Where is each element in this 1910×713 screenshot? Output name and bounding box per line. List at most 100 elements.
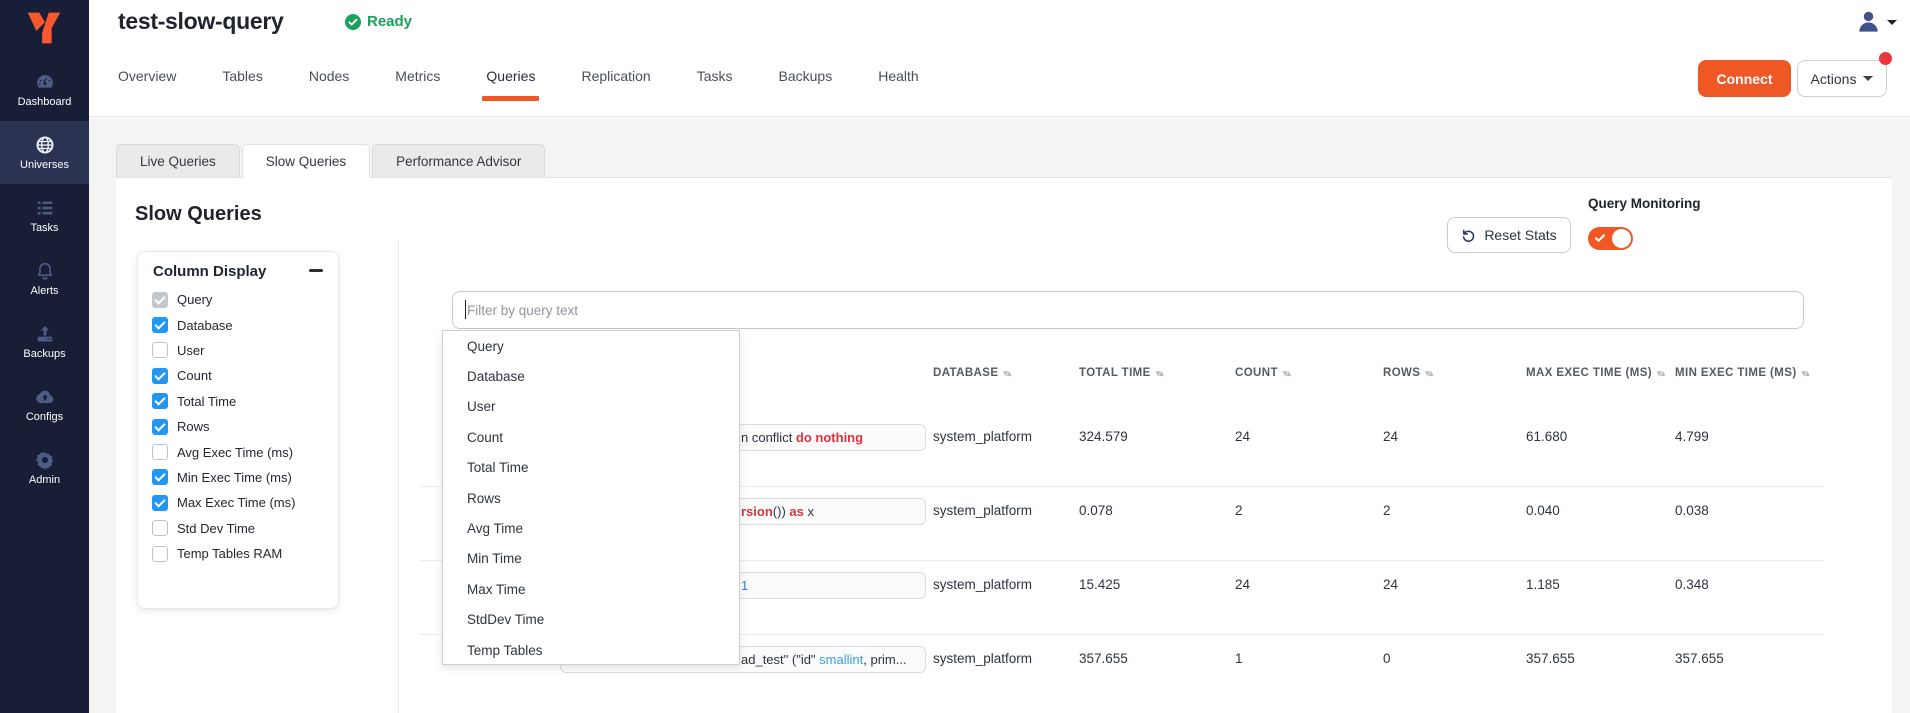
- column-toggle-avg-exec-time-ms[interactable]: Avg Exec Time (ms): [152, 439, 330, 464]
- query-subtabs: Live QueriesSlow QueriesPerformance Advi…: [116, 144, 547, 177]
- dropdown-option-rows[interactable]: Rows: [443, 483, 739, 513]
- dropdown-option-avg-time[interactable]: Avg Time: [443, 513, 739, 543]
- sidebar-item-label: Alerts: [30, 285, 58, 297]
- query-monitoring-toggle[interactable]: [1588, 227, 1633, 250]
- subtab-slow-queries[interactable]: Slow Queries: [242, 144, 370, 178]
- column-toggle-query[interactable]: Query: [152, 287, 330, 312]
- cell-max-exec-time-ms: 357.655: [1526, 651, 1575, 666]
- sort-carets-icon[interactable]: ▾▴: [1283, 368, 1290, 378]
- dropdown-option-count[interactable]: Count: [443, 422, 739, 452]
- filter-dropdown: QueryDatabaseUserCountTotal TimeRowsAvg …: [442, 330, 740, 665]
- column-toggle-user[interactable]: User: [152, 338, 330, 363]
- sort-carets-icon[interactable]: ▾▴: [1156, 368, 1163, 378]
- tab-queries[interactable]: Queries: [486, 66, 535, 86]
- cell-database: system_platform: [933, 503, 1032, 518]
- column-header-max-exec-time-ms[interactable]: MAX EXEC TIME (MS)▾▴: [1526, 367, 1664, 379]
- column-toggle-max-exec-time-ms[interactable]: Max Exec Time (ms): [152, 490, 330, 515]
- column-header-label: ROWS: [1383, 367, 1420, 379]
- column-toggle-database[interactable]: Database: [152, 312, 330, 337]
- sidebar-item-admin[interactable]: Admin: [0, 436, 89, 499]
- checkbox-label: Max Exec Time (ms): [177, 495, 295, 510]
- cell-max-exec-time-ms: 61.680: [1526, 429, 1567, 444]
- checkbox-checked[interactable]: [152, 495, 168, 511]
- dropdown-option-stddev-time[interactable]: StdDev Time: [443, 605, 739, 635]
- subtab-performance-advisor[interactable]: Performance Advisor: [372, 144, 545, 177]
- column-toggle-total-time[interactable]: Total Time: [152, 389, 330, 414]
- query-filter-input[interactable]: [452, 291, 1804, 329]
- app-root: Dashboard Universes Tasks Alerts Backups Conf…: [0, 0, 1910, 713]
- column-toggle-std-dev-time[interactable]: Std Dev Time: [152, 516, 330, 541]
- checkbox-unchecked[interactable]: [152, 444, 168, 460]
- checkbox-checked[interactable]: [152, 393, 168, 409]
- column-toggle-min-exec-time-ms[interactable]: Min Exec Time (ms): [152, 465, 330, 490]
- actions-button[interactable]: Actions: [1797, 60, 1887, 97]
- user-menu-caret-icon[interactable]: [1887, 20, 1897, 25]
- cell-rows: 24: [1383, 429, 1398, 444]
- sort-carets-icon[interactable]: ▾▴: [1657, 368, 1664, 378]
- checkbox-checked-disabled[interactable]: [152, 292, 168, 308]
- sidebar-nav: Dashboard Universes Tasks Alerts Backups Conf…: [0, 58, 89, 499]
- column-header-count[interactable]: COUNT▾▴: [1235, 367, 1290, 379]
- cell-min-exec-time-ms: 4.799: [1675, 429, 1709, 444]
- tab-nodes[interactable]: Nodes: [309, 66, 349, 86]
- subtab-live-queries[interactable]: Live Queries: [116, 144, 240, 177]
- toggle-knob: [1612, 229, 1631, 248]
- user-avatar-icon[interactable]: [1855, 8, 1882, 35]
- checkbox-checked[interactable]: [152, 317, 168, 333]
- checkbox-unchecked[interactable]: [152, 546, 168, 562]
- sidebar-item-dashboard[interactable]: Dashboard: [0, 58, 89, 121]
- tab-tables[interactable]: Tables: [222, 66, 262, 86]
- sidebar-item-label: Universes: [20, 159, 69, 171]
- yugabyte-logo-icon[interactable]: [21, 5, 67, 51]
- column-header-min-exec-time-ms[interactable]: MIN EXEC TIME (MS)▾▴: [1675, 367, 1809, 379]
- tab-tasks[interactable]: Tasks: [697, 66, 733, 86]
- checkbox-unchecked[interactable]: [152, 342, 168, 358]
- sort-carets-icon[interactable]: ▾▴: [1802, 368, 1809, 378]
- cell-count: 24: [1235, 429, 1250, 444]
- dropdown-option-min-time[interactable]: Min Time: [443, 544, 739, 574]
- dropdown-option-temp-tables[interactable]: Temp Tables: [443, 635, 739, 665]
- tab-metrics[interactable]: Metrics: [395, 66, 440, 86]
- checkbox-label: Total Time: [177, 394, 236, 409]
- tab-health[interactable]: Health: [878, 66, 918, 86]
- checkbox-label: Avg Exec Time (ms): [177, 445, 293, 460]
- text-cursor: [465, 300, 466, 319]
- dropdown-option-max-time[interactable]: Max Time: [443, 574, 739, 604]
- checkbox-label: User: [177, 343, 204, 358]
- checkbox-checked[interactable]: [152, 368, 168, 384]
- dropdown-option-user[interactable]: User: [443, 392, 739, 422]
- tab-backups[interactable]: Backups: [779, 66, 833, 86]
- sidebar-item-label: Configs: [26, 411, 63, 423]
- sidebar-item-label: Dashboard: [18, 96, 72, 108]
- sidebar-item-backups[interactable]: Backups: [0, 310, 89, 373]
- tab-replication[interactable]: Replication: [581, 66, 650, 86]
- sort-carets-icon[interactable]: ▾▴: [1003, 368, 1010, 378]
- sort-carets-icon[interactable]: ▾▴: [1425, 368, 1432, 378]
- sidebar-item-configs[interactable]: Configs: [0, 373, 89, 436]
- reset-stats-button[interactable]: Reset Stats: [1447, 217, 1571, 253]
- query-text: 1: [741, 578, 748, 593]
- column-header-total-time[interactable]: TOTAL TIME▾▴: [1079, 367, 1163, 379]
- sidebar-item-alerts[interactable]: Alerts: [0, 247, 89, 310]
- column-header-database[interactable]: DATABASE ▾▴: [933, 367, 1010, 379]
- dropdown-option-database[interactable]: Database: [443, 361, 739, 391]
- cell-rows: 24: [1383, 577, 1398, 592]
- column-toggle-rows[interactable]: Rows: [152, 414, 330, 439]
- column-toggle-count[interactable]: Count: [152, 363, 330, 388]
- column-toggle-temp-tables-ram[interactable]: Temp Tables RAM: [152, 541, 330, 566]
- column-header-rows[interactable]: ROWS ▾▴: [1383, 367, 1432, 379]
- checkbox-unchecked[interactable]: [152, 520, 168, 536]
- query-monitoring-label: Query Monitoring: [1588, 196, 1701, 211]
- collapse-minus-icon[interactable]: [309, 269, 323, 272]
- tab-overview[interactable]: Overview: [118, 66, 176, 86]
- dropdown-option-query[interactable]: Query: [443, 331, 739, 361]
- checkbox-checked[interactable]: [152, 469, 168, 485]
- sidebar-item-tasks[interactable]: Tasks: [0, 184, 89, 247]
- checkbox-checked[interactable]: [152, 419, 168, 435]
- dropdown-option-total-time[interactable]: Total Time: [443, 453, 739, 483]
- connect-button[interactable]: Connect: [1698, 60, 1791, 97]
- column-header-label: DATABASE: [933, 367, 998, 379]
- sidebar-item-universes[interactable]: Universes: [0, 121, 89, 184]
- notification-dot: [1879, 52, 1892, 65]
- cell-rows: 0: [1383, 651, 1391, 666]
